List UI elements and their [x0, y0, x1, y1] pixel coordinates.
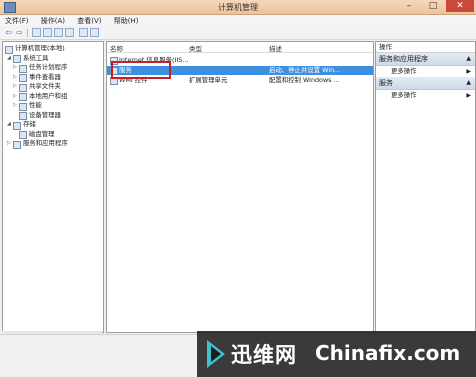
help-icon[interactable]	[79, 28, 88, 37]
tree-item-shared-folders[interactable]: ▷ 共享文件夹	[3, 82, 103, 92]
action-section-services[interactable]: 服务 ▲	[376, 77, 475, 90]
users-icon	[19, 93, 27, 101]
tree-item-task-scheduler[interactable]: ▷ 任务计划程序	[3, 63, 103, 73]
minimize-button[interactable]: –	[398, 0, 420, 12]
watermark-en-text: Chinafix.com	[315, 341, 461, 365]
red-highlight-annotation	[111, 61, 171, 79]
close-button[interactable]: ✕	[446, 0, 474, 12]
tree-item-device-manager[interactable]: 设备管理器	[3, 111, 103, 120]
storage-icon	[13, 121, 21, 130]
title-bar: 计算机管理 – □ ✕	[0, 0, 476, 15]
tree-item-performance[interactable]: ▷ 性能	[3, 101, 103, 111]
maximize-button[interactable]: □	[422, 0, 444, 12]
tree-item-computer-management[interactable]: 计算机管理(本地)	[3, 44, 103, 54]
actions-header: 操作	[376, 42, 475, 53]
clock-icon	[19, 64, 27, 73]
performance-icon	[19, 102, 27, 111]
watermark: 迅维网 Chinafix.com	[197, 331, 476, 377]
event-viewer-icon	[19, 74, 27, 82]
menu-action[interactable]: 操作(A)	[36, 15, 70, 27]
tree-item-event-viewer[interactable]: ▷ 事件查看器	[3, 73, 103, 82]
disk-icon	[19, 131, 27, 139]
menu-bar: 文件(F) 操作(A) 查看(V) 帮助(H)	[0, 15, 476, 26]
back-arrow-icon[interactable]: ⇦	[4, 28, 13, 37]
column-header-name[interactable]: 名称	[110, 43, 123, 53]
collapse-caret-icon[interactable]: ▲	[466, 77, 471, 89]
watermark-cn-text: 迅维网	[231, 343, 297, 367]
show-tree-icon[interactable]	[43, 28, 52, 37]
tree-item-local-users-groups[interactable]: ▷ 本地用户和组	[3, 92, 103, 101]
row-description: 启动、停止并设置 Win...	[269, 66, 341, 74]
tree-item-storage[interactable]: ◢ 存储	[3, 120, 103, 130]
menu-view[interactable]: 查看(V)	[72, 15, 106, 27]
services-apps-icon	[13, 140, 21, 149]
toolbar: ⇦ ⇨	[0, 27, 476, 40]
arrow-right-icon: ▶	[466, 68, 471, 75]
properties-icon[interactable]	[54, 28, 63, 37]
row-type: 扩展管理单元	[189, 76, 228, 84]
column-header-type[interactable]: 类型	[189, 43, 202, 53]
tools-icon	[13, 55, 21, 63]
section-title: 服务	[379, 79, 393, 87]
arrow-right-icon: ▶	[466, 92, 471, 99]
show-action-pane-icon[interactable]	[90, 28, 99, 37]
column-header-description[interactable]: 描述	[269, 43, 282, 53]
section-title: 服务和应用程序	[379, 55, 428, 63]
tree-item-disk-management[interactable]: 磁盘管理	[3, 130, 103, 139]
tree-item-system-tools[interactable]: ◢ 系统工具	[3, 54, 103, 63]
more-actions-label: 更多操作	[391, 67, 417, 75]
shared-folder-icon	[19, 83, 27, 92]
menu-help[interactable]: 帮助(H)	[109, 15, 144, 27]
menu-file[interactable]: 文件(F)	[0, 15, 34, 27]
forward-arrow-icon[interactable]: ⇨	[15, 28, 24, 37]
action-section-services-applications[interactable]: 服务和应用程序 ▲	[376, 53, 475, 66]
row-description: 配置和控制 Windows ...	[269, 76, 340, 84]
more-actions-label: 更多操作	[391, 91, 417, 99]
navigation-tree: 计算机管理(本地) ◢ 系统工具 ▷ 任务计划程序 ▷ 事件查看器 ▷ 共享文件夹 ▷ 本…	[2, 41, 104, 333]
more-actions-link[interactable]: 更多操作 ▶	[376, 90, 475, 101]
up-folder-icon[interactable]	[32, 28, 41, 37]
list-column-header: 名称 类型 描述	[107, 42, 373, 53]
computer-icon	[5, 45, 13, 54]
tree-item-services-applications[interactable]: ▷ 服务和应用程序	[3, 139, 103, 149]
collapse-caret-icon[interactable]: ▲	[466, 53, 471, 65]
more-actions-link[interactable]: 更多操作 ▶	[376, 66, 475, 77]
device-manager-icon	[19, 112, 27, 120]
logo-arrow-inner	[211, 346, 221, 362]
toolbar-separator	[27, 29, 28, 37]
details-list: 名称 类型 描述 Internet 信息服务(IIS... 服务 启动、停止并设…	[106, 41, 374, 333]
actions-pane: 操作 服务和应用程序 ▲ 更多操作 ▶ 服务 ▲ 更多操作 ▶	[375, 41, 476, 333]
export-list-icon[interactable]	[65, 28, 74, 37]
